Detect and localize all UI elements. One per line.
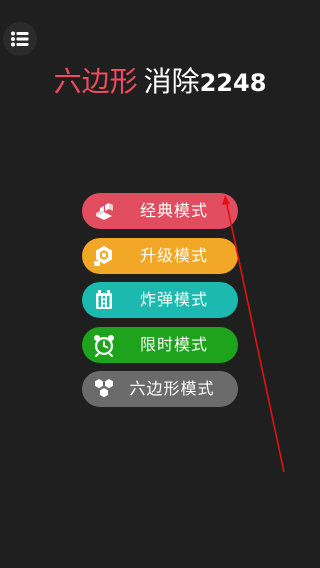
title-hexagon-text: 六边形 bbox=[53, 65, 138, 98]
blocks-icon bbox=[96, 203, 113, 220]
timed-mode-label: 限时模式 bbox=[139, 334, 208, 354]
bomb-crate-icon bbox=[96, 290, 112, 309]
upgrade-mode-label: 升级模式 bbox=[139, 245, 208, 265]
bomb-mode-label: 炸弹模式 bbox=[139, 290, 208, 309]
timed-mode-button[interactable]: 限时模式 bbox=[82, 326, 238, 363]
alarm-clock-icon bbox=[94, 334, 114, 357]
classic-mode-button[interactable]: 经典模式 bbox=[82, 193, 238, 229]
bomb-mode-button[interactable]: 炸弹模式 bbox=[82, 282, 238, 318]
mode-list: 经典模式 升级模式 炸弹模式 限时模式 六边形模式 bbox=[82, 193, 238, 416]
hexagon-level-icon bbox=[94, 245, 112, 266]
hexagon-cluster-icon bbox=[95, 379, 113, 398]
title-number-text: 2248 bbox=[199, 69, 267, 97]
menu-button[interactable] bbox=[3, 22, 37, 56]
classic-mode-label: 经典模式 bbox=[139, 201, 208, 220]
hexagon-mode-button[interactable]: 六边形模式 bbox=[82, 371, 238, 407]
title-eliminate-text: 消除 bbox=[143, 65, 200, 98]
list-menu-icon bbox=[11, 31, 29, 47]
hexagon-mode-label: 六边形模式 bbox=[129, 379, 215, 398]
app-screen: 六边形 消除2248 经典模式 升级模式 炸弹模式 限时模式 六边形模式 bbox=[0, 0, 320, 568]
game-title: 六边形 消除2248 bbox=[0, 64, 320, 101]
upgrade-mode-button[interactable]: 升级模式 bbox=[82, 237, 238, 274]
